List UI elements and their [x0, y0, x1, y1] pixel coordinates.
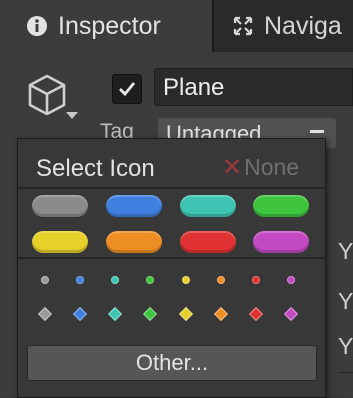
diamond-icon-swatch[interactable] — [37, 306, 53, 322]
dot-icon-swatch[interactable] — [41, 276, 49, 284]
diamond-icon-swatch[interactable] — [107, 306, 123, 322]
dot-icon-swatch[interactable] — [217, 276, 225, 284]
none-button[interactable]: ✕ None — [222, 153, 299, 182]
info-icon — [26, 15, 48, 37]
dot-icon-swatch[interactable] — [182, 276, 190, 284]
icon-dropdown-caret-icon[interactable] — [66, 112, 78, 119]
navigation-icon — [232, 15, 254, 37]
field-label-y: Y — [338, 238, 353, 264]
dot-icon-swatch[interactable] — [111, 276, 119, 284]
divider — [18, 257, 325, 259]
close-icon: ✕ — [222, 154, 243, 181]
none-label: None — [244, 154, 300, 180]
chevron-down-icon — [310, 130, 324, 133]
label-icon-swatch[interactable] — [32, 195, 88, 217]
diamond-icon-swatch[interactable] — [72, 306, 88, 322]
tab-navigation[interactable]: Naviga — [214, 0, 353, 52]
active-checkbox[interactable] — [112, 74, 142, 104]
gameobject-cube-icon[interactable] — [24, 72, 70, 118]
label-icon-swatch[interactable] — [253, 231, 309, 253]
field-label-y: Y — [338, 333, 353, 359]
dot-icon-swatch[interactable] — [287, 276, 295, 284]
label-icon-swatch[interactable] — [32, 231, 88, 253]
other-button[interactable]: Other... — [27, 345, 317, 381]
tab-label: Naviga — [264, 11, 342, 40]
tab-inspector[interactable]: Inspector — [0, 0, 212, 55]
label-icon-swatch[interactable] — [253, 195, 309, 217]
select-icon-popup: Select Icon ✕ None Other... — [17, 138, 326, 398]
tab-bar: Inspector Naviga — [0, 0, 353, 55]
dot-icon-swatch[interactable] — [76, 276, 84, 284]
tab-label: Inspector — [58, 11, 161, 40]
name-field[interactable]: Plane — [154, 68, 353, 106]
other-label: Other... — [135, 350, 209, 375]
popup-title: Select Icon — [36, 155, 155, 182]
diamond-icon-swatch[interactable] — [178, 306, 194, 322]
diamond-icon-swatch[interactable] — [248, 306, 264, 322]
diamond-icon-swatch[interactable] — [142, 306, 158, 322]
divider — [18, 187, 325, 189]
label-icon-swatch[interactable] — [180, 231, 236, 253]
label-icon-swatch[interactable] — [106, 231, 162, 253]
field-label-y: Y — [338, 288, 353, 314]
dot-icon-swatch[interactable] — [252, 276, 260, 284]
divider — [338, 372, 353, 373]
label-icon-swatch[interactable] — [106, 195, 162, 217]
label-icon-swatch[interactable] — [180, 195, 236, 217]
diamond-icon-swatch[interactable] — [283, 306, 299, 322]
dot-icon-swatch[interactable] — [146, 276, 154, 284]
name-value: Plane — [163, 74, 225, 101]
diamond-icon-swatch[interactable] — [213, 306, 229, 322]
